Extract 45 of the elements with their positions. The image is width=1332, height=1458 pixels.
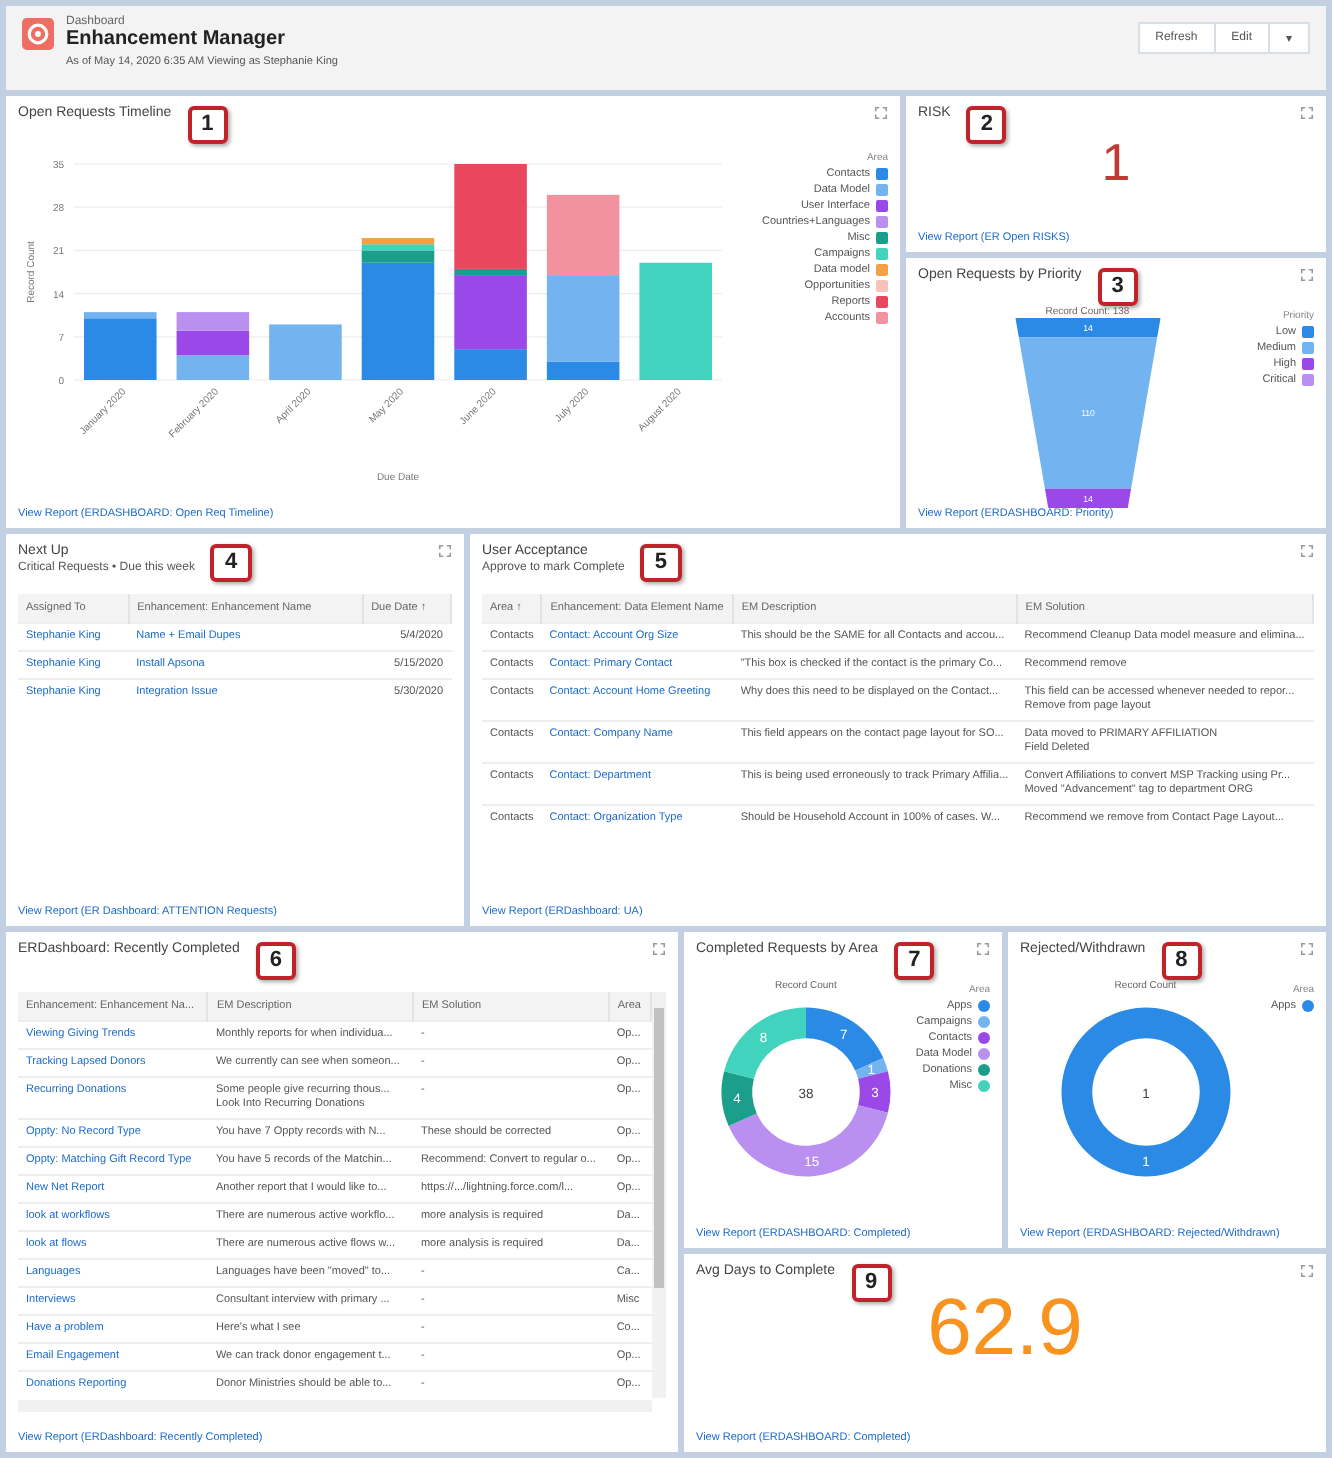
bar[interactable]: [361, 250, 435, 263]
callout-badge: 5: [640, 544, 681, 582]
callout-badge: 6: [255, 942, 297, 980]
expand-icon[interactable]: [874, 106, 888, 120]
callout-badge: 2: [966, 106, 1007, 144]
bar[interactable]: [546, 275, 620, 362]
bar[interactable]: [269, 324, 342, 380]
bar[interactable]: [454, 275, 527, 350]
dashboard-title: Enhancement Manager: [66, 28, 287, 50]
expand-icon[interactable]: [1300, 268, 1314, 282]
bar[interactable]: [176, 355, 250, 380]
expand-icon[interactable]: [652, 942, 666, 956]
bar[interactable]: [361, 262, 435, 380]
bar[interactable]: [361, 244, 435, 251]
donut-slice[interactable]: [721, 1071, 757, 1126]
callout-badge: 8: [1161, 942, 1202, 980]
bar[interactable]: [176, 312, 250, 331]
callout-badge: 7: [894, 942, 935, 980]
expand-icon[interactable]: [1300, 1264, 1314, 1278]
donut-slice[interactable]: [857, 1071, 891, 1113]
callout-badge: 4: [210, 544, 252, 582]
dashboard-icon: [22, 18, 54, 50]
expand-icon[interactable]: [1300, 942, 1314, 956]
bar[interactable]: [84, 318, 157, 380]
donut-slice[interactable]: [805, 1007, 884, 1071]
expand-icon[interactable]: [1300, 106, 1314, 120]
callout-badge: 9: [851, 1264, 892, 1302]
callout-badge: 3: [1097, 268, 1138, 306]
bar[interactable]: [639, 262, 712, 380]
vertical-scrollbar[interactable]: [652, 992, 666, 1398]
bar[interactable]: [176, 330, 250, 356]
callout-badge: 1: [187, 106, 228, 144]
bar[interactable]: [454, 268, 527, 276]
bar[interactable]: [546, 361, 620, 380]
bar[interactable]: [454, 349, 527, 380]
bar[interactable]: [546, 194, 620, 276]
bar[interactable]: [361, 238, 435, 245]
donut-slice[interactable]: [1061, 1007, 1230, 1177]
metric-value: 1: [1101, 132, 1131, 194]
expand-icon[interactable]: [438, 544, 452, 558]
metric-value: 62.9: [927, 1286, 1083, 1370]
expand-icon[interactable]: [976, 942, 990, 956]
donut-slice[interactable]: [728, 1105, 888, 1177]
donut-slice[interactable]: [723, 1007, 806, 1079]
expand-icon[interactable]: [1300, 544, 1314, 558]
